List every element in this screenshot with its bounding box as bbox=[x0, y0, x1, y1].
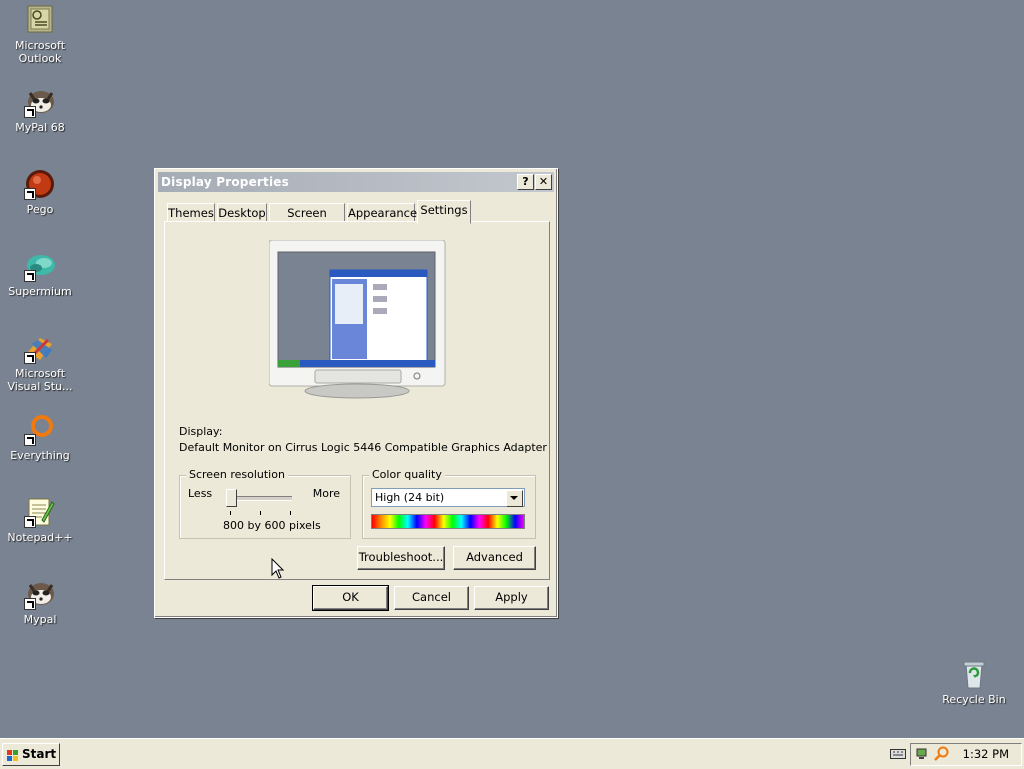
shortcut-arrow-icon bbox=[24, 598, 36, 610]
raccoon-icon bbox=[24, 86, 56, 118]
resolution-value: 800 by 600 pixels bbox=[223, 519, 321, 532]
search-icon[interactable] bbox=[934, 746, 950, 765]
tab-settings[interactable]: Settings bbox=[417, 200, 471, 224]
clock[interactable]: 1:32 PM bbox=[963, 747, 1009, 761]
slider-tick bbox=[290, 511, 291, 515]
windows-flag-icon bbox=[7, 748, 19, 761]
shortcut-arrow-icon bbox=[24, 516, 36, 528]
desktop-icon-notepadpp[interactable]: Notepad++ bbox=[0, 496, 80, 544]
slider-tick bbox=[230, 511, 231, 515]
raccoon-icon bbox=[24, 578, 56, 610]
tab-themes[interactable]: Themes bbox=[167, 203, 215, 222]
help-button[interactable]: ? bbox=[517, 174, 534, 190]
monitor-preview bbox=[268, 239, 447, 400]
shortcut-arrow-icon bbox=[24, 106, 36, 118]
shortcut-arrow-icon bbox=[24, 188, 36, 200]
resolution-slider-thumb[interactable] bbox=[226, 489, 237, 507]
troubleshoot-button[interactable]: Troubleshoot... bbox=[357, 546, 445, 570]
mouse-cursor-icon bbox=[271, 557, 285, 583]
display-properties-dialog: Display Properties ? ✕ Themes Desktop Sc… bbox=[154, 168, 558, 618]
start-label: Start bbox=[22, 747, 57, 761]
display-label: Display: bbox=[179, 425, 223, 438]
desktop-icon-supermium[interactable]: Supermium bbox=[0, 250, 80, 298]
everything-icon bbox=[24, 414, 56, 446]
color-quality-group: Color quality High (24 bit) bbox=[362, 468, 536, 539]
tab-desktop[interactable]: Desktop bbox=[217, 203, 267, 222]
tab-appearance[interactable]: Appearance bbox=[347, 203, 417, 222]
supermium-icon bbox=[24, 250, 56, 282]
start-button[interactable]: Start bbox=[2, 743, 60, 766]
desktop-icon-everything[interactable]: Everything bbox=[0, 414, 80, 462]
recycle-bin-icon bbox=[958, 658, 990, 690]
taskbar: Start 1:32 PM bbox=[0, 738, 1024, 769]
color-spectrum-bar bbox=[371, 514, 525, 529]
desktop-icon-label: MyPal 68 bbox=[15, 121, 65, 134]
desktop-icon-label: Everything bbox=[10, 449, 70, 462]
desktop-icon-label: Supermium bbox=[8, 285, 72, 298]
system-tray: 1:32 PM bbox=[910, 743, 1022, 766]
desktop-icon-mypal-68[interactable]: MyPal 68 bbox=[0, 86, 80, 134]
keyboard-icon[interactable] bbox=[890, 748, 906, 763]
dialog-title-bar[interactable]: Display Properties ? ✕ bbox=[158, 172, 554, 192]
color-quality-label: Color quality bbox=[369, 468, 445, 481]
desktop-icon-visual-studio[interactable]: Microsoft Visual Stu... bbox=[0, 332, 80, 393]
settings-panel: Display: Default Monitor on Cirrus Logic… bbox=[164, 221, 550, 580]
resolution-less-label: Less bbox=[188, 487, 213, 500]
cancel-button[interactable]: Cancel bbox=[394, 586, 469, 610]
desktop-icon-recycle-bin[interactable]: Recycle Bin bbox=[934, 658, 1014, 706]
shortcut-arrow-icon bbox=[24, 270, 36, 282]
resolution-slider-track[interactable] bbox=[228, 496, 292, 501]
desktop-icon-label: Recycle Bin bbox=[942, 693, 1006, 706]
tab-screen-saver[interactable]: Screen Saver bbox=[269, 203, 345, 238]
visual-studio-icon bbox=[24, 332, 56, 364]
color-quality-dropdown[interactable]: High (24 bit) bbox=[371, 488, 525, 507]
desktop-icon-pego[interactable]: Pego bbox=[0, 168, 80, 216]
desktop-icon-label: Microsoft Outlook bbox=[14, 39, 66, 65]
network-icon[interactable] bbox=[916, 746, 932, 765]
pego-icon bbox=[24, 168, 56, 200]
ok-button[interactable]: OK bbox=[312, 585, 389, 611]
desktop-icon-label: Microsoft Visual Stu... bbox=[7, 367, 73, 393]
close-button[interactable]: ✕ bbox=[535, 174, 552, 190]
desktop-icon-mypal[interactable]: Mypal bbox=[0, 578, 80, 626]
notepadpp-icon bbox=[24, 496, 56, 528]
color-quality-selected: High (24 bit) bbox=[375, 491, 445, 504]
outlook-icon bbox=[24, 4, 56, 36]
desktop-icon-label: Mypal bbox=[23, 613, 57, 626]
screen-resolution-group: Screen resolution Less More 800 by 600 p… bbox=[179, 468, 351, 539]
display-value: Default Monitor on Cirrus Logic 5446 Com… bbox=[179, 441, 547, 454]
advanced-button[interactable]: Advanced bbox=[453, 546, 536, 570]
screen-resolution-label: Screen resolution bbox=[186, 468, 288, 481]
desktop-icon-label: Pego bbox=[26, 203, 54, 216]
desktop-icon-outlook[interactable]: Microsoft Outlook bbox=[0, 4, 80, 65]
chevron-down-icon[interactable] bbox=[506, 490, 523, 507]
desktop-icon-label: Notepad++ bbox=[7, 531, 73, 544]
slider-tick bbox=[260, 511, 261, 515]
dialog-title: Display Properties bbox=[161, 175, 289, 189]
shortcut-arrow-icon bbox=[24, 434, 36, 446]
apply-button[interactable]: Apply bbox=[474, 586, 549, 610]
resolution-more-label: More bbox=[312, 487, 340, 500]
shortcut-arrow-icon bbox=[24, 352, 36, 364]
